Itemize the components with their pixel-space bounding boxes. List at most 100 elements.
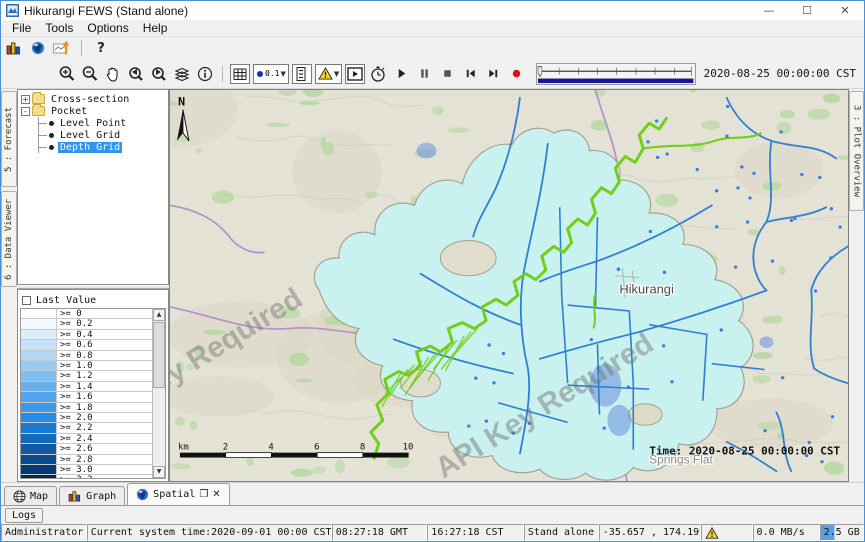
zoom-out-icon[interactable] (80, 64, 100, 84)
wire-globe-icon (13, 490, 26, 503)
folder-icon (32, 94, 45, 104)
tree-node-level-point[interactable]: Level Point (18, 117, 168, 129)
legend-label: >= 2.0 (57, 413, 93, 422)
tab-spatial[interactable]: Spatial ❐ ✕ (127, 483, 230, 505)
legend-label: >= 0.6 (57, 340, 93, 349)
tab-forecast[interactable]: 5 : Forecast (1, 91, 17, 187)
layers-icon[interactable] (172, 64, 192, 84)
database-display-icon[interactable] (5, 40, 23, 56)
tree-node-label[interactable]: Cross-section (49, 94, 131, 105)
zoom-next-icon[interactable] (149, 64, 169, 84)
legend-color-swatch (21, 455, 57, 464)
scroll-down-icon[interactable]: ▼ (153, 466, 165, 478)
tree-node-pocket[interactable]: - Pocket (18, 105, 168, 117)
scroll-up-icon[interactable]: ▲ (153, 309, 165, 321)
svg-text:2: 2 (223, 443, 228, 453)
map-viewport[interactable]: API Key Required API Key Required Hikura… (169, 89, 849, 482)
status-warning[interactable] (701, 524, 752, 541)
legend-row[interactable]: >= 1.2 (21, 371, 152, 381)
legend-row[interactable]: >= 2.0 (21, 413, 152, 423)
class-break-dropdown[interactable]: 0.1▼ (253, 64, 289, 84)
menu-options[interactable]: Options (80, 20, 135, 36)
legend-label: >= 0.4 (57, 330, 93, 339)
legend-color-swatch (21, 361, 57, 370)
legend-row[interactable]: >= 0.2 (21, 319, 152, 329)
bullet-icon (49, 121, 54, 126)
last-value-checkbox[interactable] (22, 296, 31, 305)
tree-node-label[interactable]: Pocket (49, 106, 89, 117)
time-slider[interactable] (536, 63, 695, 85)
legend-color-swatch (21, 319, 57, 328)
tree-connector (39, 123, 47, 124)
minimize-button[interactable]: — (750, 1, 788, 20)
skip-to-start-button[interactable] (460, 64, 480, 84)
legend-color-swatch (21, 413, 57, 422)
legend-row[interactable]: >= 2.8 (21, 455, 152, 465)
close-button[interactable]: ✕ (826, 1, 864, 20)
status-mode: Stand alone (524, 524, 599, 541)
legend-scrollbar[interactable]: ▲ ▼ (152, 309, 165, 478)
menu-help[interactable]: Help (136, 20, 175, 36)
grid-display-icon[interactable] (230, 64, 250, 84)
skip-to-end-button[interactable] (483, 64, 503, 84)
tree-connector (25, 141, 39, 153)
svg-text:km: km (178, 443, 189, 453)
logs-tab[interactable]: Logs (5, 508, 43, 523)
legend-row[interactable]: >= 0.6 (21, 340, 152, 350)
help-button[interactable]: ? (92, 40, 110, 56)
menu-file[interactable]: File (5, 20, 38, 36)
menu-tools[interactable]: Tools (38, 20, 80, 36)
pan-hand-icon[interactable] (103, 64, 123, 84)
tab-maximize-icon[interactable]: ❐ (199, 489, 208, 500)
legend-row[interactable]: >= 1.0 (21, 361, 152, 371)
last-value-label: Last Value (36, 295, 96, 306)
tree-node-label[interactable]: Level Grid (58, 130, 122, 141)
legend-row[interactable]: >= 2.2 (21, 423, 152, 433)
svg-text:8: 8 (360, 443, 365, 453)
legend-label: >= 3.2 (57, 475, 93, 479)
legend-label: >= 2.2 (57, 423, 93, 432)
animation-icon[interactable] (345, 64, 365, 84)
tab-plot-overview[interactable]: 3 : Plot Overview (849, 91, 864, 211)
tree-node-level-grid[interactable]: Level Grid (18, 129, 168, 141)
legend-row[interactable]: >= 1.8 (21, 403, 152, 413)
globe-map-icon[interactable] (29, 40, 47, 56)
legend-row[interactable]: >= 3.2 (21, 475, 152, 479)
tree-node-label[interactable]: Level Point (58, 118, 128, 129)
expand-icon[interactable]: + (21, 95, 30, 104)
tab-graph[interactable]: Graph (59, 486, 125, 505)
legend-color-swatch (21, 392, 57, 401)
legend-label: >= 2.4 (57, 434, 93, 443)
legend-row[interactable]: >= 1.6 (21, 392, 152, 402)
info-icon[interactable] (195, 64, 215, 84)
tab-map[interactable]: Map (4, 486, 57, 505)
tree-node-label[interactable]: Depth Grid (58, 142, 122, 153)
timer-icon[interactable] (368, 64, 388, 84)
warning-icon (705, 527, 719, 539)
zoom-in-icon[interactable] (57, 64, 77, 84)
legend-row[interactable]: >= 0.8 (21, 351, 152, 361)
legend-row[interactable]: >= 3.0 (21, 465, 152, 475)
legend-row[interactable]: >= 2.4 (21, 434, 152, 444)
zoom-previous-icon[interactable] (126, 64, 146, 84)
pause-button[interactable] (414, 64, 434, 84)
tree-node-depth-grid[interactable]: Depth Grid (18, 141, 168, 153)
legend-row[interactable]: >= 2.6 (21, 444, 152, 454)
collapse-icon[interactable]: - (21, 107, 30, 116)
legend-label: >= 1.4 (57, 382, 93, 391)
legend-row[interactable]: >= 0.4 (21, 330, 152, 340)
warning-threshold-dropdown[interactable]: ▼ (315, 64, 342, 84)
stop-button[interactable] (437, 64, 457, 84)
scrollbar-thumb[interactable] (153, 322, 165, 388)
spatial-display-icon[interactable] (53, 40, 71, 56)
tab-data-viewer[interactable]: 6 : Data Viewer (1, 191, 17, 287)
play-button[interactable] (391, 64, 411, 84)
legend-row[interactable]: >= 0 (21, 309, 152, 319)
maximize-button[interactable]: ☐ (788, 1, 826, 20)
svg-text:6: 6 (314, 443, 319, 453)
legend-icon[interactable] (292, 64, 312, 84)
legend-row[interactable]: >= 1.4 (21, 382, 152, 392)
tab-close-icon[interactable]: ✕ (212, 489, 220, 500)
legend-label: >= 2.6 (57, 444, 93, 453)
record-button[interactable] (506, 64, 526, 84)
